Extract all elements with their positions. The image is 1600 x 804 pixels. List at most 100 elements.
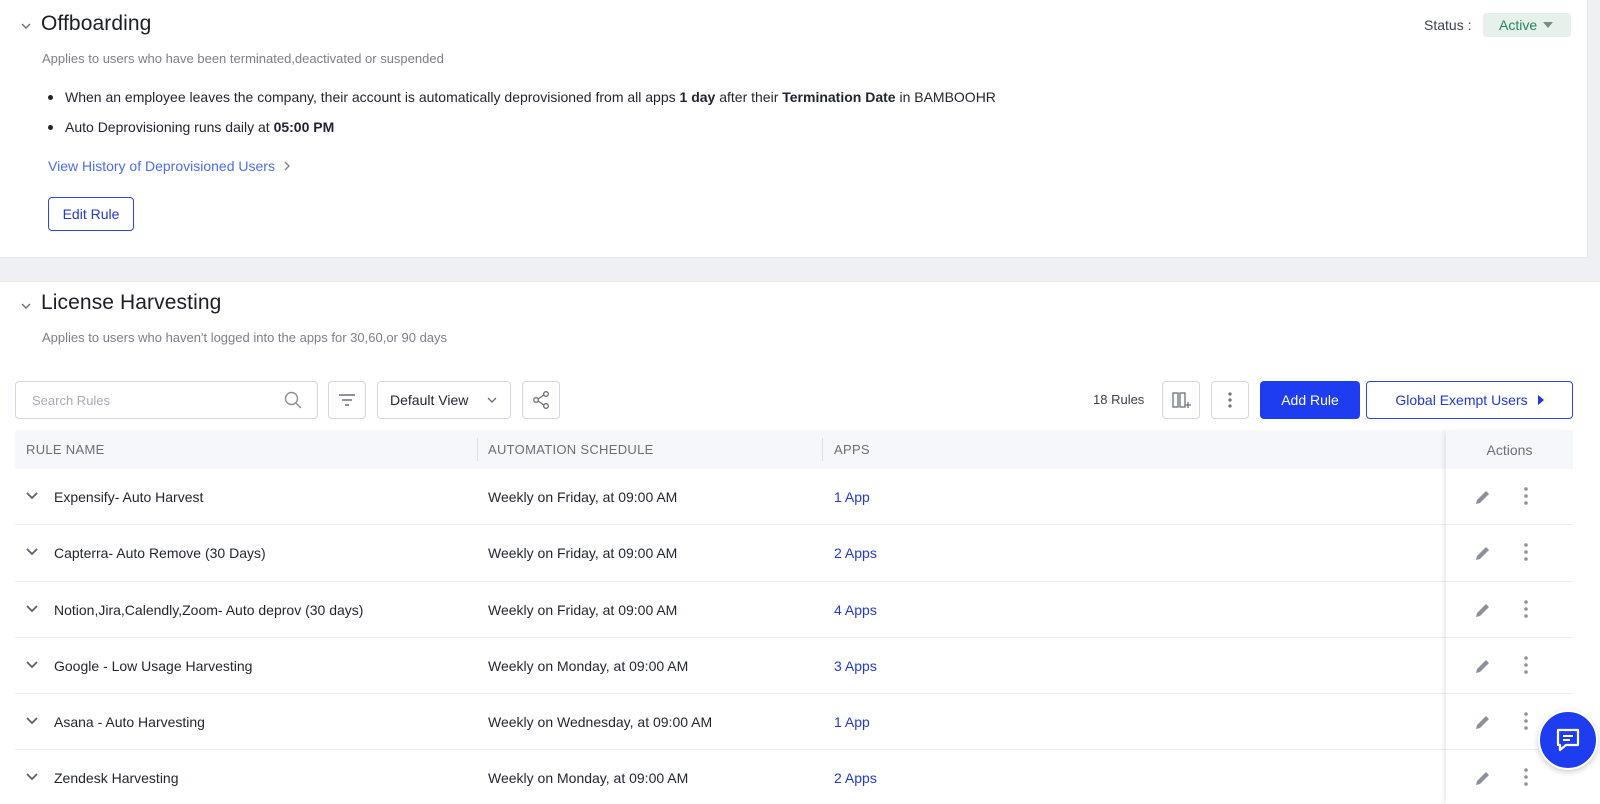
search-box bbox=[15, 381, 318, 419]
pencil-icon[interactable] bbox=[1473, 768, 1493, 788]
view-history-label: View History of Deprovisioned Users bbox=[48, 158, 275, 174]
table-row[interactable]: Expensify- Auto Harvest Weekly on Friday… bbox=[15, 469, 1573, 526]
table-row[interactable]: Google - Low Usage Harvesting Weekly on … bbox=[15, 638, 1573, 695]
rule-description-list: When an employee leaves the company, the… bbox=[48, 87, 996, 147]
harvesting-subtitle: Applies to users who haven't logged into… bbox=[42, 330, 448, 345]
search-icon[interactable] bbox=[283, 390, 303, 410]
search-input[interactable] bbox=[32, 392, 283, 408]
chevron-right-icon bbox=[284, 161, 290, 171]
edit-rule-button[interactable]: Edit Rule bbox=[48, 197, 134, 231]
table-row[interactable]: Zendesk Harvesting Weekly on Monday, at … bbox=[15, 750, 1573, 804]
rule-schedule: Weekly on Friday, at 09:00 AM bbox=[488, 601, 678, 618]
view-label: Default View bbox=[390, 392, 469, 408]
rule-schedule: Weekly on Friday, at 09:00 AM bbox=[488, 545, 678, 562]
pencil-icon[interactable] bbox=[1473, 487, 1493, 507]
rule-apps-link[interactable]: 1 App bbox=[834, 489, 870, 505]
chevron-down-icon[interactable] bbox=[20, 20, 32, 32]
chevron-down-icon[interactable] bbox=[25, 602, 39, 620]
status-dropdown[interactable]: Active bbox=[1483, 13, 1571, 37]
list-item: Auto Deprovisioning runs daily at 05:00 … bbox=[48, 117, 996, 147]
bullet-text: When an employee leaves the company, the… bbox=[65, 89, 680, 105]
bullet-text: Auto Deprovisioning runs daily at bbox=[65, 119, 274, 135]
status-value: Active bbox=[1499, 17, 1538, 33]
chat-icon bbox=[1556, 728, 1580, 752]
chat-support-button[interactable] bbox=[1538, 710, 1598, 770]
filter-icon bbox=[339, 394, 355, 406]
offboarding-subtitle: Applies to users who have been terminate… bbox=[42, 51, 444, 66]
rules-table: RULE NAME AUTOMATION SCHEDULE APPS Expen… bbox=[15, 430, 1573, 804]
column-divider[interactable] bbox=[822, 438, 823, 461]
row-actions bbox=[1446, 469, 1573, 526]
global-exempt-users-button[interactable]: Global Exempt Users bbox=[1366, 381, 1573, 419]
rule-schedule: Weekly on Monday, at 09:00 AM bbox=[488, 770, 689, 787]
rule-name: Notion,Jira,Calendly,Zoom- Auto deprov (… bbox=[54, 601, 364, 618]
rule-apps-link[interactable]: 3 Apps bbox=[834, 658, 877, 674]
column-header-actions: Actions bbox=[1446, 430, 1573, 469]
harvesting-title: License Harvesting bbox=[41, 291, 222, 314]
pencil-icon[interactable] bbox=[1473, 543, 1493, 563]
rule-schedule: Weekly on Friday, at 09:00 AM bbox=[488, 489, 678, 505]
chevron-down-icon[interactable] bbox=[25, 770, 39, 788]
row-actions bbox=[1446, 582, 1573, 638]
columns-button[interactable] bbox=[1162, 381, 1200, 419]
table-row[interactable]: Capterra- Auto Remove (30 Days) Weekly o… bbox=[15, 525, 1573, 582]
rule-apps-link[interactable]: 4 Apps bbox=[834, 602, 877, 618]
rule-name: Google - Low Usage Harvesting bbox=[54, 657, 253, 674]
bullet-bold: 1 day bbox=[679, 89, 716, 105]
table-body: Expensify- Auto Harvest Weekly on Friday… bbox=[15, 469, 1573, 804]
column-divider[interactable] bbox=[477, 438, 478, 461]
rule-name: Asana - Auto Harvesting bbox=[54, 714, 205, 731]
filter-button[interactable] bbox=[328, 381, 366, 419]
pencil-icon[interactable] bbox=[1473, 600, 1493, 620]
chevron-down-icon[interactable] bbox=[25, 545, 39, 563]
table-row[interactable]: Asana - Auto Harvesting Weekly on Wednes… bbox=[15, 694, 1573, 751]
global-exempt-label: Global Exempt Users bbox=[1395, 392, 1528, 408]
column-header-schedule[interactable]: AUTOMATION SCHEDULE bbox=[488, 442, 654, 457]
column-header-rule-name[interactable]: RULE NAME bbox=[26, 442, 105, 457]
rule-apps-link[interactable]: 1 App bbox=[834, 714, 870, 730]
license-harvesting-panel: License Harvesting Applies to users who … bbox=[0, 281, 1600, 804]
kebab-icon[interactable] bbox=[1524, 768, 1528, 787]
caret-right-icon bbox=[1537, 395, 1544, 405]
chevron-down-icon[interactable] bbox=[25, 714, 39, 732]
offboarding-title: Offboarding bbox=[41, 12, 152, 35]
kebab-icon bbox=[1228, 392, 1232, 408]
kebab-icon[interactable] bbox=[1524, 656, 1528, 674]
kebab-icon[interactable] bbox=[1524, 543, 1528, 562]
pencil-icon[interactable] bbox=[1473, 712, 1493, 732]
caret-down-icon bbox=[1543, 22, 1554, 28]
chevron-down-icon[interactable] bbox=[20, 300, 32, 312]
chevron-down-icon[interactable] bbox=[25, 489, 39, 507]
rule-schedule: Weekly on Monday, at 09:00 AM bbox=[488, 657, 689, 674]
bullet-text: in BAMBOOHR bbox=[895, 89, 996, 105]
table-row[interactable]: Notion,Jira,Calendly,Zoom- Auto deprov (… bbox=[15, 582, 1573, 638]
rules-count: 18 Rules bbox=[1093, 392, 1145, 407]
list-item: When an employee leaves the company, the… bbox=[48, 87, 996, 117]
pencil-icon[interactable] bbox=[1473, 656, 1493, 676]
chevron-down-icon bbox=[487, 397, 497, 403]
view-dropdown[interactable]: Default View bbox=[377, 381, 511, 419]
rule-apps-link[interactable]: 2 Apps bbox=[834, 770, 877, 786]
rule-name: Zendesk Harvesting bbox=[54, 770, 179, 787]
kebab-icon[interactable] bbox=[1524, 487, 1528, 505]
row-actions bbox=[1446, 638, 1573, 695]
add-rule-button[interactable]: Add Rule bbox=[1260, 381, 1360, 419]
bullet-bold: 05:00 PM bbox=[273, 119, 335, 135]
column-header-apps[interactable]: APPS bbox=[834, 442, 870, 457]
rule-name: Capterra- Auto Remove (30 Days) bbox=[54, 545, 266, 562]
columns-icon bbox=[1172, 392, 1191, 408]
bullet-bold: Termination Date bbox=[782, 89, 896, 105]
status-label: Status : bbox=[1424, 17, 1472, 33]
view-history-link[interactable]: View History of Deprovisioned Users bbox=[48, 158, 291, 174]
more-options-button[interactable] bbox=[1211, 381, 1249, 419]
bullet-text: after their bbox=[715, 89, 783, 105]
table-header: RULE NAME AUTOMATION SCHEDULE APPS bbox=[15, 430, 1573, 469]
kebab-icon[interactable] bbox=[1524, 712, 1528, 730]
row-actions bbox=[1446, 525, 1573, 582]
share-button[interactable] bbox=[522, 381, 560, 419]
rule-name: Expensify- Auto Harvest bbox=[54, 489, 204, 505]
kebab-icon[interactable] bbox=[1524, 599, 1528, 618]
chevron-down-icon[interactable] bbox=[25, 658, 39, 676]
rule-apps-link[interactable]: 2 Apps bbox=[834, 545, 877, 561]
offboarding-panel: Offboarding Applies to users who have be… bbox=[0, 0, 1588, 258]
